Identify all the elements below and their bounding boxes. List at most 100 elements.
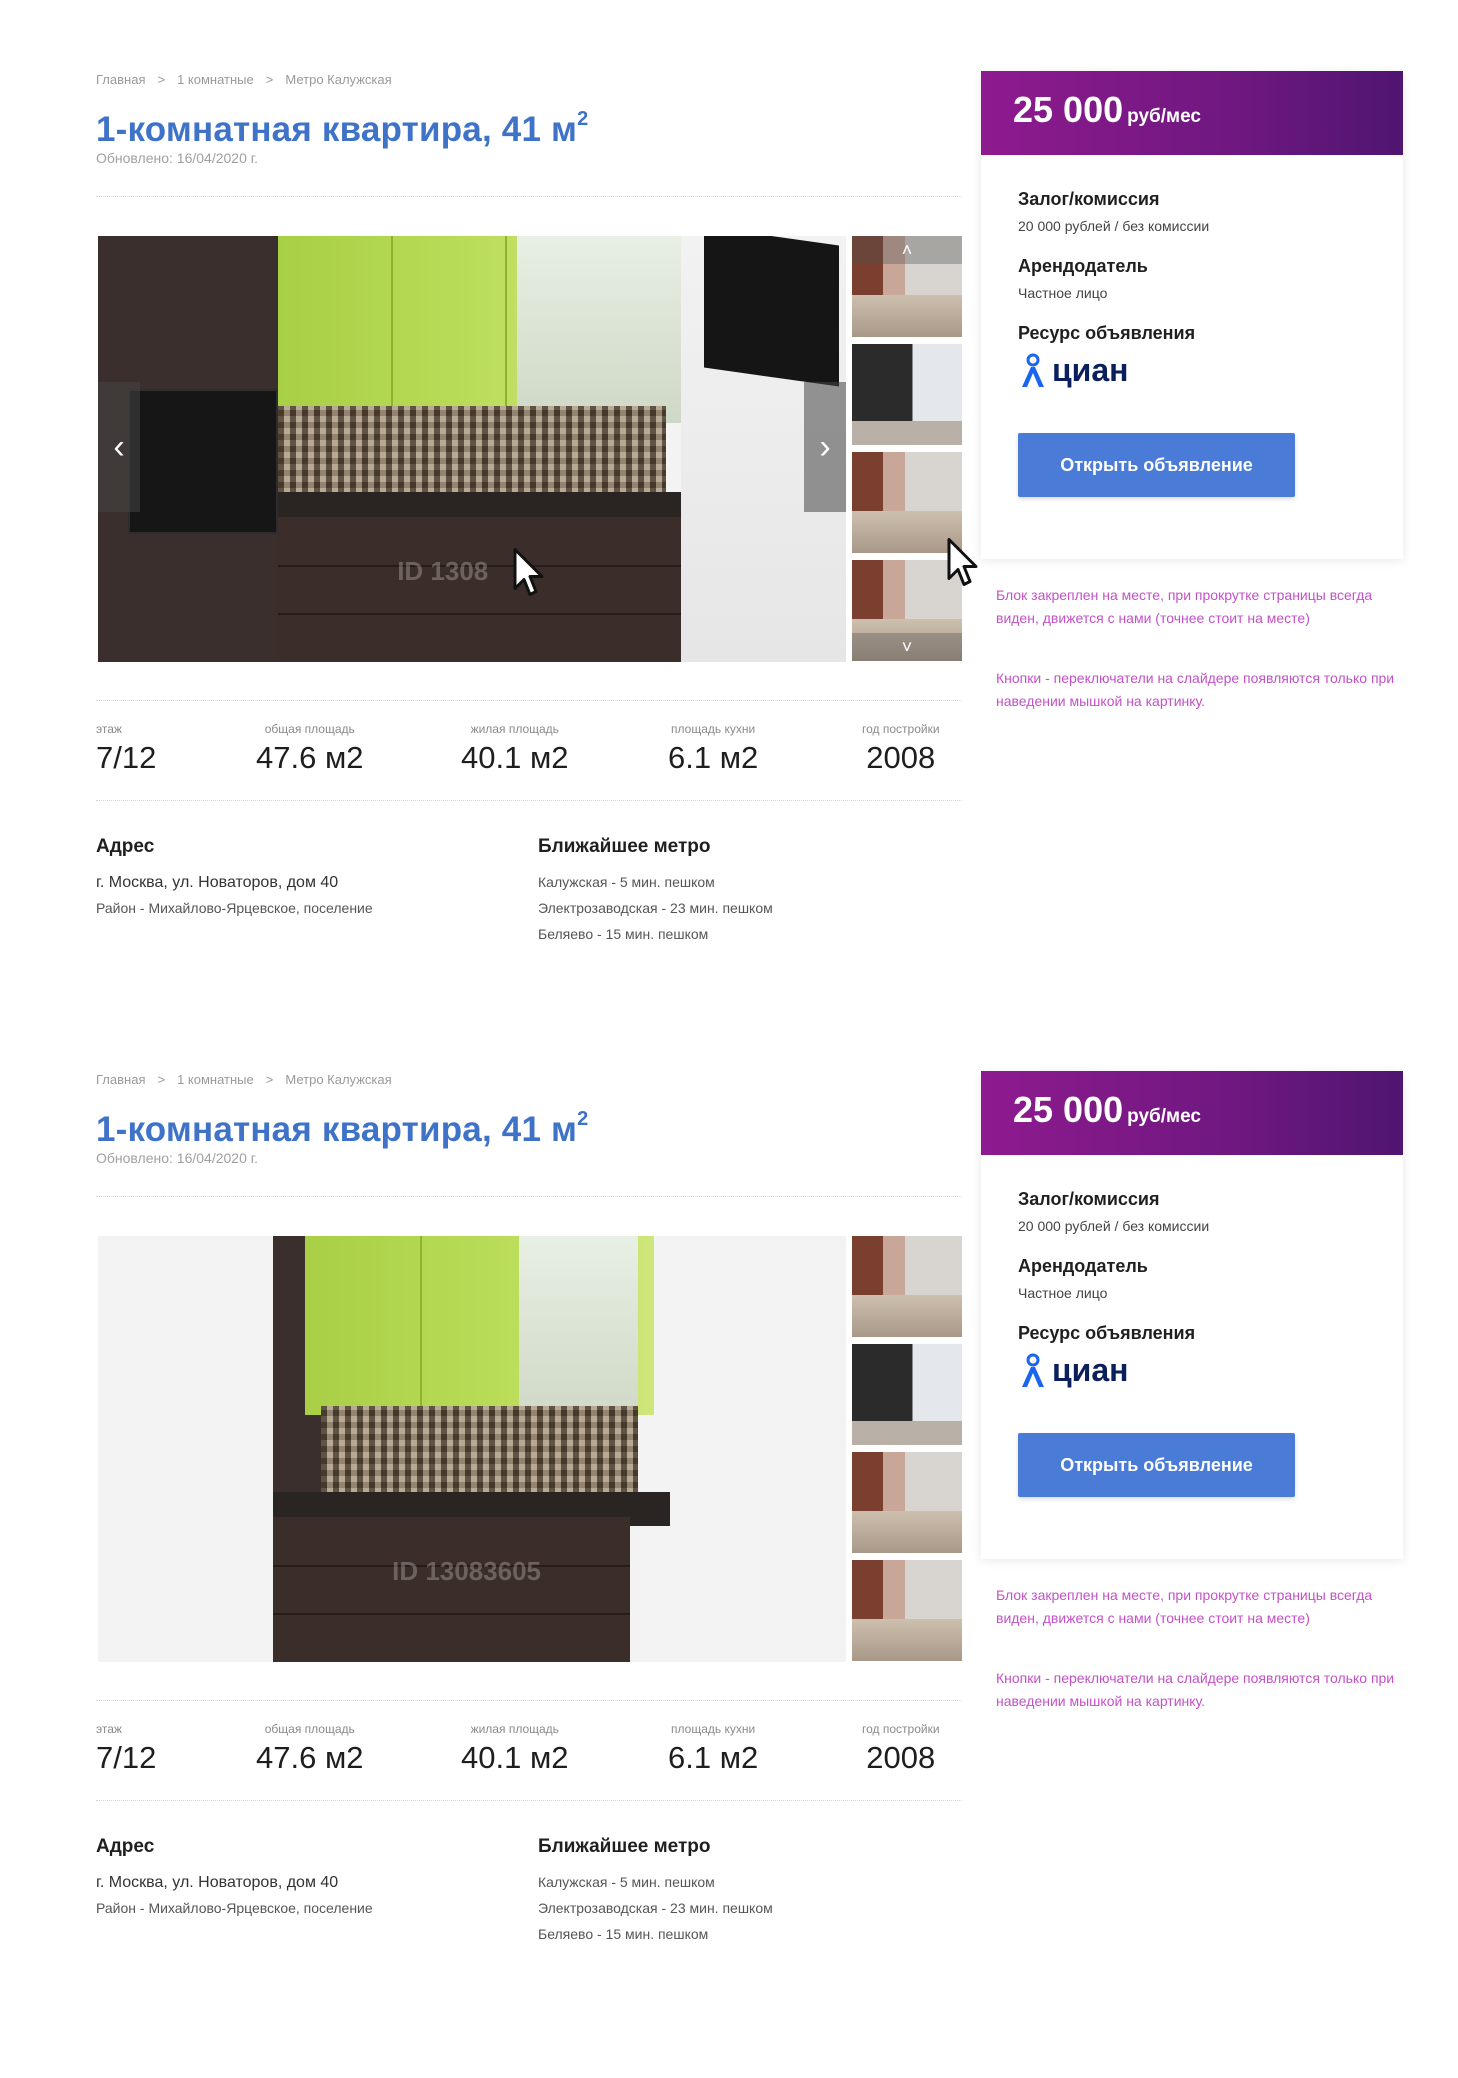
price-unit: руб/мес	[1127, 1106, 1201, 1127]
metro-station: Электрозаводская - 23 мин. пешком	[538, 1900, 773, 1916]
address-heading: Адрес	[96, 836, 155, 857]
address-line: г. Москва, ул. Новаторов, дом 40	[96, 874, 339, 891]
page-title: 1-комнатная квартира, 41 м2	[96, 108, 588, 150]
stat-value: 40.1 м2	[461, 740, 569, 775]
kitchen-photo: ID 1308	[98, 236, 846, 662]
price-header: 25 000 руб/мес	[981, 1071, 1403, 1155]
divider	[96, 1196, 962, 1197]
stat-value: 40.1 м2	[461, 1740, 569, 1775]
chevron-up-icon: ˄	[901, 239, 913, 260]
title-superscript: 2	[577, 108, 589, 130]
breadcrumb-rooms[interactable]: 1 комнатные	[177, 1072, 254, 1087]
thumbnail[interactable]	[852, 344, 962, 445]
metro-heading: Ближайшее метро	[538, 1836, 711, 1857]
stat-label: этаж	[96, 1722, 122, 1736]
metro-block: Ближайшее метро Калужская - 5 мин. пешко…	[538, 836, 773, 952]
slider-prev-button[interactable]: ‹	[98, 382, 140, 512]
divider	[96, 700, 962, 701]
stat-total-area: общая площадь 47.6 м2	[256, 1722, 364, 1776]
address-district: Район - Михайлово-Ярцевское, поселение	[96, 900, 373, 916]
cian-logo: циан	[1018, 1352, 1378, 1389]
stat-value: 7/12	[96, 740, 157, 775]
main-photo[interactable]: ID 1308 ‹ ›	[98, 236, 846, 662]
stat-kitchen-area: площадь кухни 6.1 м2	[668, 722, 758, 776]
stat-year-built: год постройки 2008	[862, 722, 940, 776]
cian-logo-icon	[1022, 353, 1044, 387]
photo-tv	[703, 236, 839, 387]
slider-next-button[interactable]: ›	[804, 382, 846, 512]
breadcrumb-metro[interactable]: Метро Калужская	[285, 72, 391, 87]
title-text: 1-комнатная квартира, 41 м	[96, 1110, 578, 1149]
metro-station: Беляево - 15 мин. пешком	[538, 1926, 709, 1942]
deposit-label: Залог/комиссия	[1018, 1189, 1160, 1209]
annotation-note: Кнопки - переключатели на слайдере появл…	[996, 670, 1395, 709]
metro-station: Калужская - 5 мин. пешком	[538, 874, 715, 890]
photo-drawers	[277, 517, 697, 662]
updated-date: Обновлено: 16/04/2020 г.	[96, 1150, 259, 1166]
stats-row: этаж 7/12 общая площадь 47.6 м2 жилая площ…	[96, 722, 962, 782]
landlord-label: Арендодатель	[1018, 1256, 1148, 1276]
metro-block: Ближайшее метро Калужская - 5 мин. пешко…	[538, 1836, 773, 1952]
breadcrumb-metro[interactable]: Метро Калужская	[285, 1072, 391, 1087]
metro-heading: Ближайшее метро	[538, 836, 711, 857]
breadcrumb-home[interactable]: Главная	[96, 1072, 145, 1087]
stat-label: год постройки	[862, 1722, 940, 1736]
photo-tile	[277, 406, 667, 501]
page-title: 1-комнатная квартира, 41 м2	[96, 1108, 588, 1150]
open-listing-button[interactable]: Открыть объявление	[1018, 433, 1295, 497]
breadcrumb-separator: >	[265, 1072, 274, 1087]
card-body: Залог/комиссия 20 000 рублей / без комис…	[1018, 189, 1378, 497]
stat-value: 6.1 м2	[668, 740, 759, 775]
price-card: 25 000 руб/мес Залог/комиссия 20 000 рубл…	[981, 1071, 1403, 1559]
photo-oven	[127, 389, 278, 535]
open-listing-button[interactable]: Открыть объявление	[1018, 1433, 1295, 1497]
stat-value: 2008	[866, 1740, 936, 1775]
updated-date: Обновлено: 16/04/2020 г.	[96, 150, 259, 166]
landlord-label: Арендодатель	[1018, 256, 1148, 276]
cian-logo: циан	[1018, 352, 1378, 389]
divider	[96, 1700, 962, 1701]
chevron-left-icon: ‹	[113, 427, 125, 466]
chevron-right-icon: ›	[819, 427, 831, 466]
stat-label: жилая площадь	[470, 722, 559, 736]
stat-label: площадь кухни	[671, 722, 756, 736]
title-superscript: 2	[577, 1108, 589, 1130]
thumbnail[interactable]: ˄	[852, 236, 962, 337]
photo-tile	[320, 1406, 639, 1501]
address-block: Адрес г. Москва, ул. Новаторов, дом 40 Р…	[96, 1836, 373, 1926]
title-text: 1-комнатная квартира, 41 м	[96, 110, 578, 149]
breadcrumb: Главная > 1 комнатные > Метро Калужская	[96, 1072, 392, 1087]
source-label: Ресурс объявления	[1018, 323, 1196, 343]
metro-station: Электрозаводская - 23 мин. пешком	[538, 900, 773, 916]
breadcrumb-home[interactable]: Главная	[96, 72, 145, 87]
stat-label: общая площадь	[264, 722, 355, 736]
address-line: г. Москва, ул. Новаторов, дом 40	[96, 1874, 339, 1891]
deposit-label: Залог/комиссия	[1018, 189, 1160, 209]
thumbnail-strip	[852, 1236, 962, 1662]
thumbnail[interactable]	[852, 1236, 962, 1337]
divider	[96, 800, 962, 801]
thumbs-up-button[interactable]: ˄	[852, 236, 962, 264]
source-label: Ресурс объявления	[1018, 1323, 1196, 1343]
price-card: 25 000 руб/мес Залог/комиссия 20 000 рубл…	[981, 71, 1403, 559]
annotation-note: Блок закреплен на месте, при прокрутке с…	[996, 1587, 1373, 1626]
stat-living-area: жилая площадь 40.1 м2	[461, 1722, 569, 1776]
breadcrumb-rooms[interactable]: 1 комнатные	[177, 72, 254, 87]
thumbnail[interactable]	[852, 1344, 962, 1445]
address-district: Район - Михайлово-Ярцевское, поселение	[96, 1900, 373, 1916]
listing-section-hover: Главная > 1 комнатные > Метро Калужская …	[0, 0, 1458, 1000]
stats-row: этаж 7/12 общая площадь 47.6 м2 жилая площ…	[96, 1722, 962, 1782]
landlord-value: Частное лицо	[1018, 285, 1108, 301]
thumbnail[interactable]	[852, 1560, 962, 1661]
thumbs-down-button[interactable]: ˅	[852, 633, 962, 661]
photo-window	[516, 236, 682, 424]
photo-watermark: ID 13083605	[392, 1555, 541, 1586]
main-photo[interactable]: ID 13083605	[98, 1236, 846, 1662]
price-value: 25 000	[1013, 89, 1124, 130]
cian-logo-text: циан	[1052, 1352, 1129, 1388]
listing-section-default: Главная > 1 комнатные > Метро Калужская …	[0, 1000, 1458, 2000]
stat-value: 47.6 м2	[256, 740, 364, 775]
stat-kitchen-area: площадь кухни 6.1 м2	[668, 1722, 758, 1776]
thumbnail[interactable]	[852, 1452, 962, 1553]
stat-value: 6.1 м2	[668, 1740, 759, 1775]
